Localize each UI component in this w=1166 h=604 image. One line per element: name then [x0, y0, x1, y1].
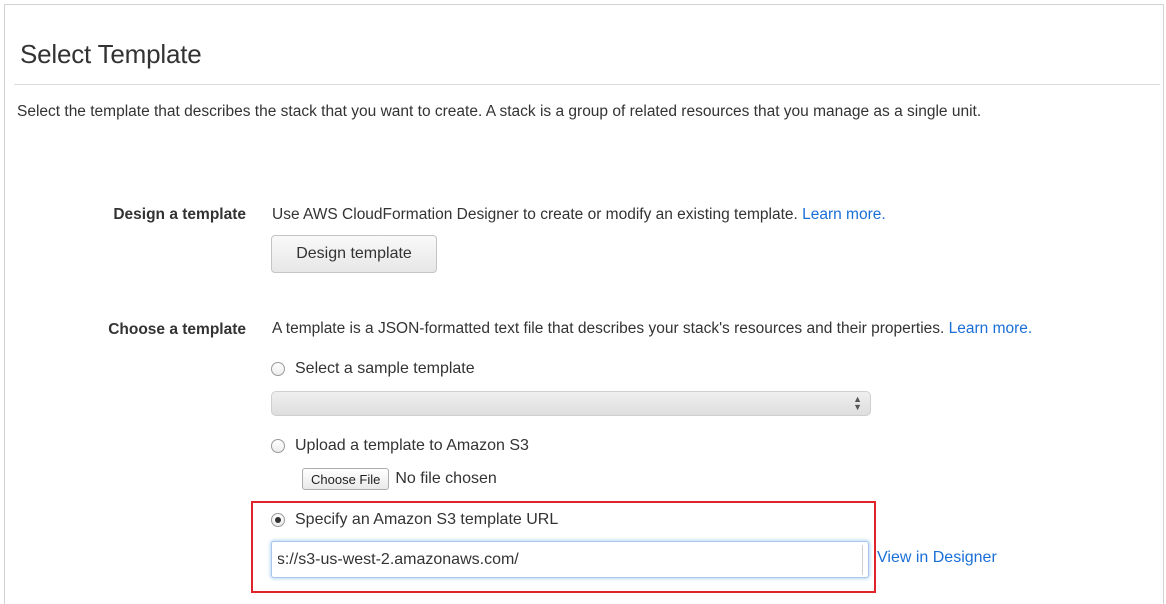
- design-learn-more-link[interactable]: Learn more.: [802, 206, 886, 223]
- s3-url-option[interactable]: Specify an Amazon S3 template URL: [271, 511, 558, 529]
- choose-template-description: A template is a JSON-formatted text file…: [272, 320, 1032, 338]
- page-title: Select Template: [20, 39, 202, 69]
- design-template-description: Use AWS CloudFormation Designer to creat…: [272, 206, 886, 224]
- sample-template-option[interactable]: Select a sample template: [271, 360, 475, 378]
- design-template-label: Design a template: [113, 206, 246, 223]
- design-description-text: Use AWS CloudFormation Designer to creat…: [272, 206, 798, 223]
- file-status-text: No file chosen: [395, 470, 497, 487]
- select-arrows-icon: ▲ ▼: [853, 394, 862, 412]
- sample-template-option-label: Select a sample template: [295, 360, 475, 377]
- upload-template-option[interactable]: Upload a template to Amazon S3: [271, 437, 529, 455]
- s3-url-option-label: Specify an Amazon S3 template URL: [295, 511, 559, 528]
- view-in-designer-link[interactable]: View in Designer: [877, 549, 997, 567]
- title-divider: [14, 84, 1160, 85]
- upload-template-radio[interactable]: [271, 439, 285, 453]
- design-template-button[interactable]: Design template: [271, 235, 437, 273]
- choose-file-button[interactable]: Choose File: [302, 468, 390, 490]
- url-input-divider: [862, 545, 863, 575]
- choose-description-text: A template is a JSON-formatted text file…: [272, 320, 945, 337]
- upload-template-option-label: Upload a template to Amazon S3: [295, 437, 529, 454]
- page-intro: Select the template that describes the s…: [17, 103, 982, 120]
- s3-url-radio[interactable]: [271, 513, 285, 527]
- choose-template-label: Choose a template: [108, 321, 246, 338]
- sample-template-select[interactable]: ▲ ▼: [271, 391, 871, 416]
- sample-template-radio[interactable]: [271, 362, 285, 376]
- file-chooser: Choose File No file chosen: [302, 468, 497, 490]
- choose-learn-more-link[interactable]: Learn more.: [949, 320, 1033, 337]
- s3-url-input[interactable]: [271, 541, 869, 578]
